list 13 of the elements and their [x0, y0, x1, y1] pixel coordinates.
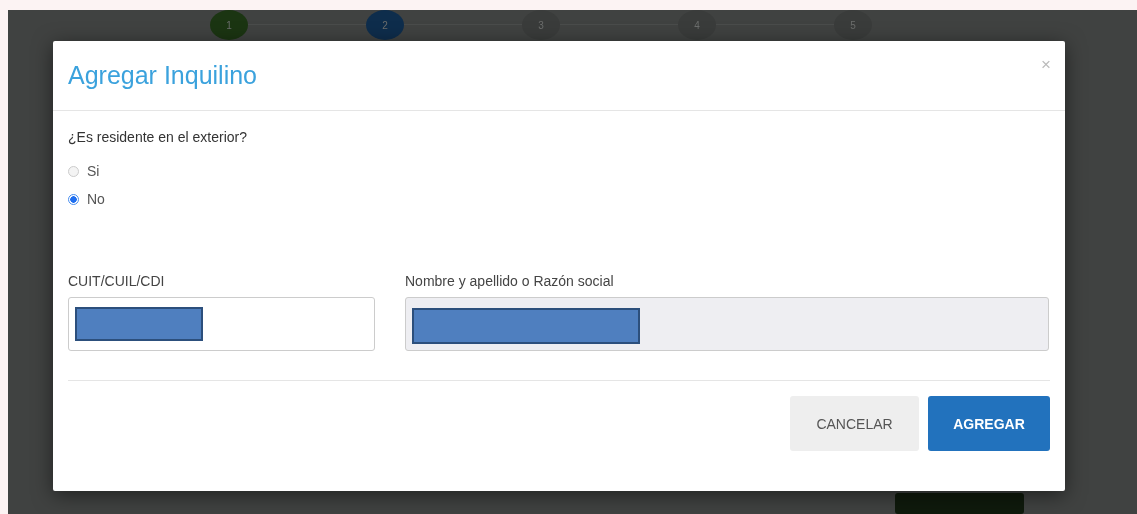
radio-button[interactable]: [68, 193, 79, 205]
radio-label: Si: [87, 163, 100, 179]
input-field[interactable]: [68, 297, 375, 351]
modal-title: Agregar Inquilino: [68, 61, 257, 90]
add-button[interactable]: AGREGAR: [928, 396, 1050, 451]
step-circle: 2: [366, 10, 404, 40]
field-label: Nombre y apellido o Razón social: [405, 273, 615, 289]
field-label: CUIT/CUIL/CDI: [68, 273, 166, 289]
radio-button[interactable]: [68, 165, 79, 177]
question-label: ¿Es residente en el exterior?: [68, 129, 248, 145]
radio-label: No: [87, 191, 105, 207]
cancel-button[interactable]: CANCELAR: [790, 396, 919, 451]
step-circle: 1: [210, 10, 248, 40]
